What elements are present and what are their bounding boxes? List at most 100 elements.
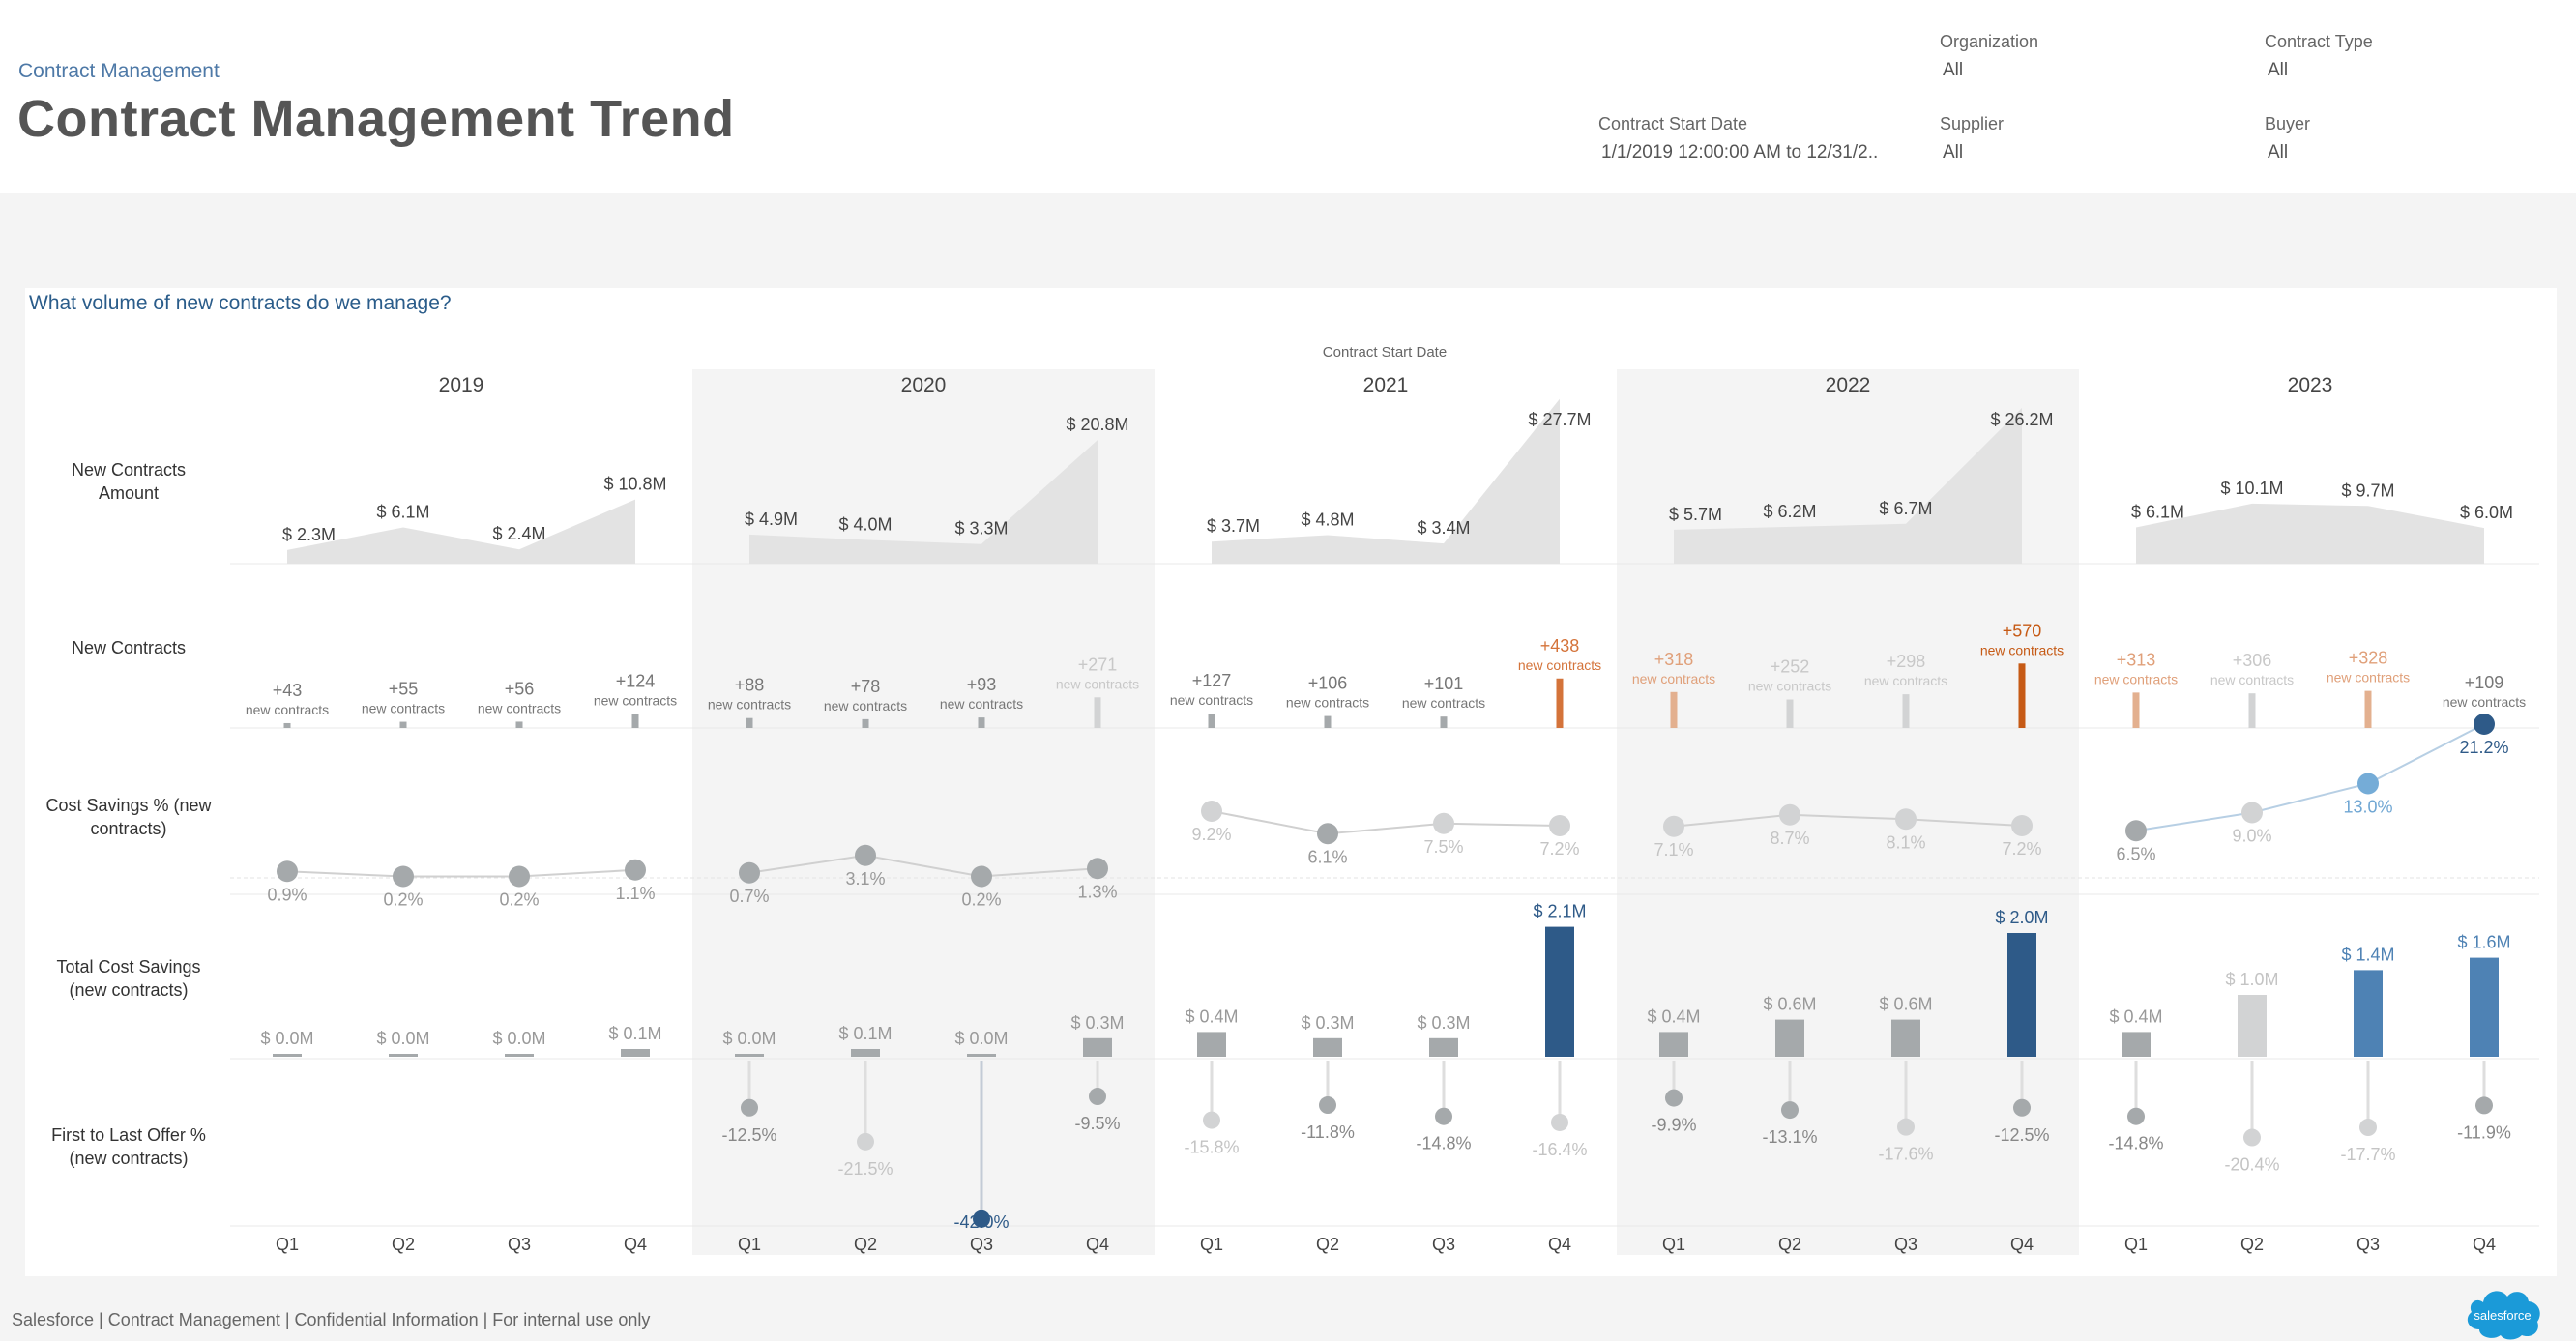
row-label: (new contracts) — [69, 1149, 188, 1168]
total-cost-savings-label: $ 2.1M — [1533, 902, 1586, 921]
offer-point — [1203, 1111, 1220, 1129]
amount-area — [287, 499, 635, 564]
cost-savings-label: 0.2% — [383, 890, 423, 910]
offer-point — [741, 1098, 758, 1117]
total-cost-savings-bar — [2122, 1032, 2151, 1057]
cost-savings-point — [1895, 808, 1917, 831]
new-contracts-sublabel: new contracts — [1980, 642, 2064, 657]
total-cost-savings-bar — [1429, 1037, 1458, 1057]
quarter-label: Q2 — [2240, 1235, 2264, 1254]
quarter-label: Q4 — [1548, 1235, 1571, 1254]
total-cost-savings-bar — [1775, 1019, 1804, 1057]
new-contracts-sublabel: new contracts — [594, 692, 677, 708]
total-cost-savings-label: $ 0.6M — [1763, 995, 1816, 1014]
new-contracts-bar — [515, 721, 523, 728]
new-contracts-sublabel: new contracts — [708, 697, 791, 713]
total-cost-savings-bar — [2238, 995, 2267, 1057]
cost-savings-label: 1.1% — [615, 884, 655, 903]
cost-savings-point — [393, 865, 414, 888]
cost-savings-label: 21.2% — [2459, 738, 2508, 757]
new-contracts-sublabel: new contracts — [1632, 671, 1715, 686]
amount-label: $ 10.1M — [2220, 479, 2283, 498]
cost-savings-label: 7.2% — [1539, 839, 1579, 859]
cost-savings-point — [2241, 802, 2263, 824]
cost-savings-label: 13.0% — [2343, 798, 2392, 817]
quarter-label: Q3 — [1432, 1235, 1455, 1254]
new-contracts-sublabel: new contracts — [1518, 657, 1601, 673]
new-contracts-value: +298 — [1887, 652, 1926, 671]
new-contracts-sublabel: new contracts — [362, 701, 445, 716]
new-contracts-sublabel: new contracts — [1286, 695, 1369, 711]
amount-label: $ 20.8M — [1066, 415, 1128, 434]
offer-point — [1435, 1107, 1452, 1125]
quarter-label: Q1 — [1662, 1235, 1685, 1254]
new-contracts-sublabel: new contracts — [2443, 694, 2526, 710]
new-contracts-value: +56 — [505, 679, 535, 698]
cost-savings-label: 9.2% — [1191, 825, 1231, 844]
amount-label: $ 2.3M — [282, 525, 336, 544]
amount-area — [1212, 398, 1560, 564]
total-cost-savings-bar — [1197, 1032, 1226, 1057]
new-contracts-value: +101 — [1424, 674, 1464, 693]
amount-label: $ 10.8M — [603, 475, 666, 494]
offer-point — [1551, 1113, 1568, 1131]
year-header-2019: 2019 — [439, 374, 484, 396]
new-contracts-bar — [1670, 691, 1678, 728]
quarter-label: Q3 — [2356, 1235, 2380, 1254]
cost-savings-label: 6.5% — [2116, 844, 2155, 863]
new-contracts-sublabel: new contracts — [940, 696, 1023, 712]
total-cost-savings-bar — [967, 1054, 996, 1057]
quarter-label: Q4 — [2010, 1235, 2034, 1254]
column-header-title: Contract Start Date — [1323, 344, 1447, 361]
amount-label: $ 27.7M — [1528, 410, 1591, 429]
quarter-label: Q1 — [2124, 1235, 2148, 1254]
cost-savings-label: 7.1% — [1654, 840, 1693, 860]
cost-savings-point — [1317, 823, 1338, 845]
offer-point — [1665, 1089, 1683, 1107]
offer-label: -16.4% — [1532, 1140, 1587, 1159]
offer-point — [2127, 1107, 2145, 1125]
offer-label: -15.8% — [1184, 1138, 1239, 1157]
cost-savings-line — [286, 868, 636, 878]
new-contracts-sublabel: new contracts — [1864, 673, 1947, 688]
quarter-label: Q1 — [276, 1235, 299, 1254]
quarter-label: Q3 — [970, 1235, 993, 1254]
new-contracts-bar — [1786, 699, 1794, 728]
cost-savings-line — [2135, 723, 2485, 832]
row-label: Cost Savings % (new — [45, 796, 212, 815]
new-contracts-value: +438 — [1540, 636, 1580, 656]
total-cost-savings-label: $ 0.0M — [722, 1029, 776, 1048]
amount-label: $ 26.2M — [1990, 410, 2053, 429]
total-cost-savings-bar — [1083, 1037, 1112, 1057]
offer-label: -21.5% — [837, 1159, 893, 1179]
cost-savings-point — [739, 861, 760, 884]
row-label: contracts) — [90, 819, 166, 838]
new-contracts-value: +55 — [389, 680, 419, 699]
row-label: (new contracts) — [69, 980, 188, 1000]
cost-savings-point — [855, 844, 876, 866]
cost-savings-point — [2474, 714, 2495, 735]
contract-trend-chart[interactable]: Contract Start Date 2019 2020 2021 2022 2023 N… — [0, 0, 2576, 1341]
total-cost-savings-label: $ 0.3M — [1417, 1013, 1470, 1033]
row-label: First to Last Offer % — [51, 1125, 206, 1145]
cost-savings-point — [2011, 815, 2033, 836]
total-cost-savings-label: $ 2.0M — [1995, 908, 2048, 927]
offer-label: -11.9% — [2457, 1122, 2511, 1142]
offer-point — [2359, 1119, 2377, 1137]
offer-label: -17.6% — [1878, 1145, 1933, 1164]
new-contracts-value: +43 — [273, 681, 303, 700]
cost-savings-point — [1549, 815, 1570, 836]
new-contracts-bar — [978, 717, 985, 728]
cost-savings-point — [625, 859, 646, 881]
year-header-2021: 2021 — [1363, 374, 1409, 396]
new-contracts-value: +106 — [1308, 674, 1348, 693]
total-cost-savings-bar — [2470, 957, 2499, 1057]
year-header-2023: 2023 — [2288, 374, 2333, 396]
cost-savings-label: 1.3% — [1077, 882, 1117, 901]
amount-label: $ 6.2M — [1763, 502, 1816, 521]
year-header-2022: 2022 — [1826, 374, 1871, 396]
total-cost-savings-label: $ 0.0M — [376, 1029, 429, 1048]
offer-label: -13.1% — [1762, 1127, 1817, 1147]
new-contracts-sublabel: new contracts — [246, 702, 329, 717]
total-cost-savings-label: $ 1.4M — [2341, 945, 2394, 964]
